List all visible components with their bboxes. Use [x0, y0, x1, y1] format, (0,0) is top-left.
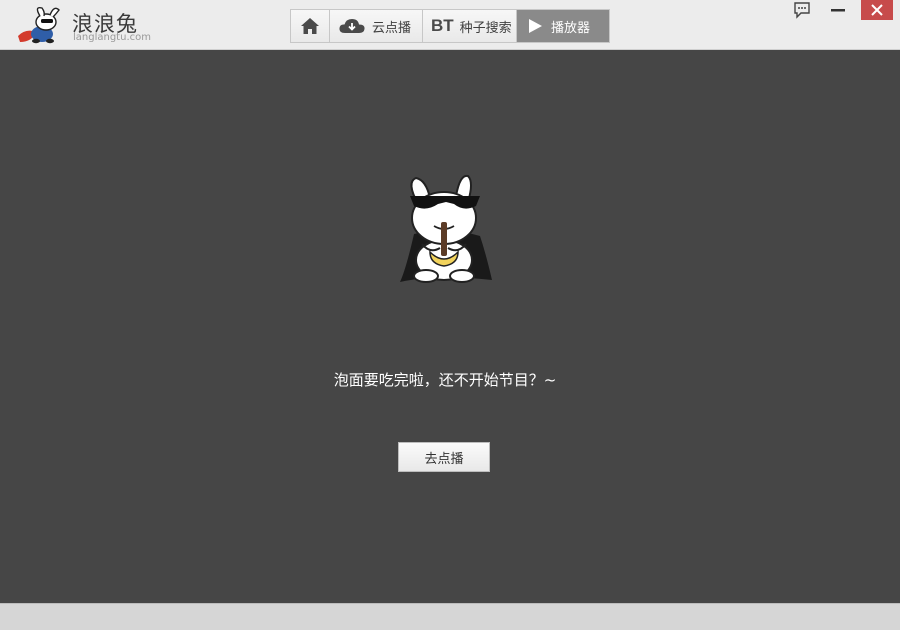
minimize-button[interactable]	[825, 0, 851, 20]
home-icon	[301, 18, 319, 34]
go-to-vod-button[interactable]: 去点播	[398, 442, 490, 472]
tab-player[interactable]: 播放器	[517, 10, 609, 42]
close-icon	[871, 4, 883, 16]
main-nav: 云点播 BT 种子搜索 播放器	[290, 9, 610, 43]
close-button[interactable]	[861, 0, 893, 20]
app-window: 浪浪兔 langlangtu.com 云点播 BT 种子搜索 播放器 泡面要吃完…	[0, 0, 900, 630]
play-icon	[525, 17, 545, 35]
tab-cloud-label: 云点播	[372, 20, 412, 36]
tab-bt-search[interactable]: BT 种子搜索	[423, 10, 517, 42]
rabbit-logo-icon	[18, 6, 60, 44]
tab-player-label: 播放器	[551, 20, 591, 36]
bt-icon: BT	[431, 16, 454, 35]
app-url: langlangtu.com	[73, 32, 151, 43]
tab-cloud-vod[interactable]: 云点播	[330, 10, 423, 42]
player-empty-state: 泡面要吃完啦，还不开始节目？~ 去点播	[0, 50, 900, 603]
minimize-icon	[831, 9, 845, 12]
status-bar	[0, 603, 900, 630]
app-logo: 浪浪兔 langlangtu.com	[12, 6, 162, 46]
cloud-icon	[338, 17, 366, 35]
empty-state-message: 泡面要吃完啦，还不开始节目？~	[333, 371, 557, 389]
feedback-icon	[794, 2, 810, 19]
title-bar: 浪浪兔 langlangtu.com 云点播 BT 种子搜索 播放器	[0, 0, 900, 50]
tab-home[interactable]	[291, 10, 330, 42]
rabbit-eating-noodles-icon	[400, 174, 492, 283]
tab-bt-label: 种子搜索	[459, 20, 512, 36]
feedback-button[interactable]	[789, 0, 815, 20]
